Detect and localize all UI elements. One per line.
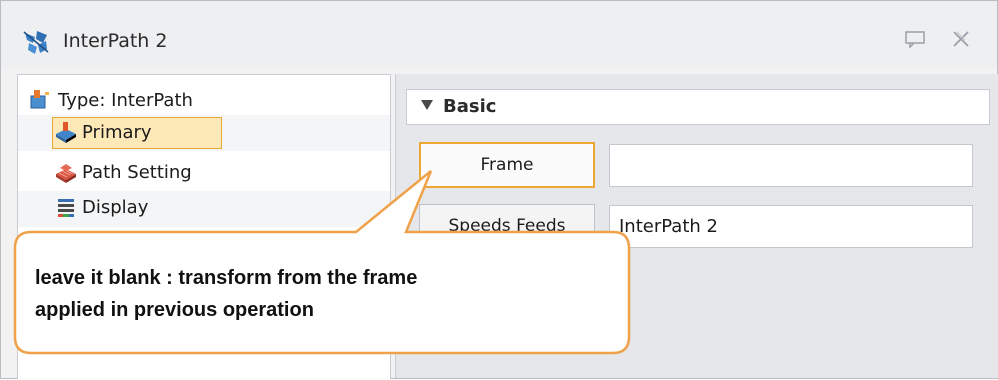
type-icon (30, 90, 49, 109)
path-setting-icon (56, 164, 76, 183)
primary-icon (56, 122, 76, 143)
tree-item-label: Primary (82, 122, 152, 143)
tree-item-label: Type: InterPath (58, 90, 193, 111)
section-basic-header[interactable]: Basic (406, 89, 990, 125)
tree-item-path-setting[interactable]: Path Setting (18, 155, 390, 191)
title-bar[interactable]: InterPath 2 (1, 1, 997, 67)
interpath-icon (23, 31, 49, 54)
speeds-feeds-field[interactable]: InterPath 2 (609, 205, 973, 248)
speeds-feeds-button[interactable]: Speeds Feeds (419, 204, 595, 248)
section-title: Basic (443, 96, 497, 117)
collapse-arrow-icon[interactable] (421, 100, 433, 110)
callout-line-2: applied in previous operation (35, 299, 314, 321)
dialog-window: InterPath 2 Type: InterPath Primary Path… (0, 0, 998, 379)
operation-tree: Type: InterPath Primary Path Setting Dis… (17, 74, 391, 379)
tree-item-label: Path Setting (82, 162, 192, 183)
pin-icon[interactable] (904, 30, 926, 48)
tree-item-label: Display (82, 197, 149, 218)
window-title: InterPath 2 (63, 30, 168, 52)
frame-button[interactable]: Frame (419, 142, 595, 188)
display-icon (58, 199, 74, 217)
callout-text: leave it blank : transform from the fram… (35, 262, 615, 326)
tree-item-display[interactable]: Display (18, 191, 390, 227)
callout-line-1: leave it blank : transform from the fram… (35, 267, 418, 289)
tree-item-primary[interactable]: Primary (18, 115, 390, 151)
frame-field[interactable] (609, 144, 973, 187)
tree-item-type[interactable]: Type: InterPath (18, 83, 390, 119)
close-icon[interactable] (951, 30, 971, 48)
